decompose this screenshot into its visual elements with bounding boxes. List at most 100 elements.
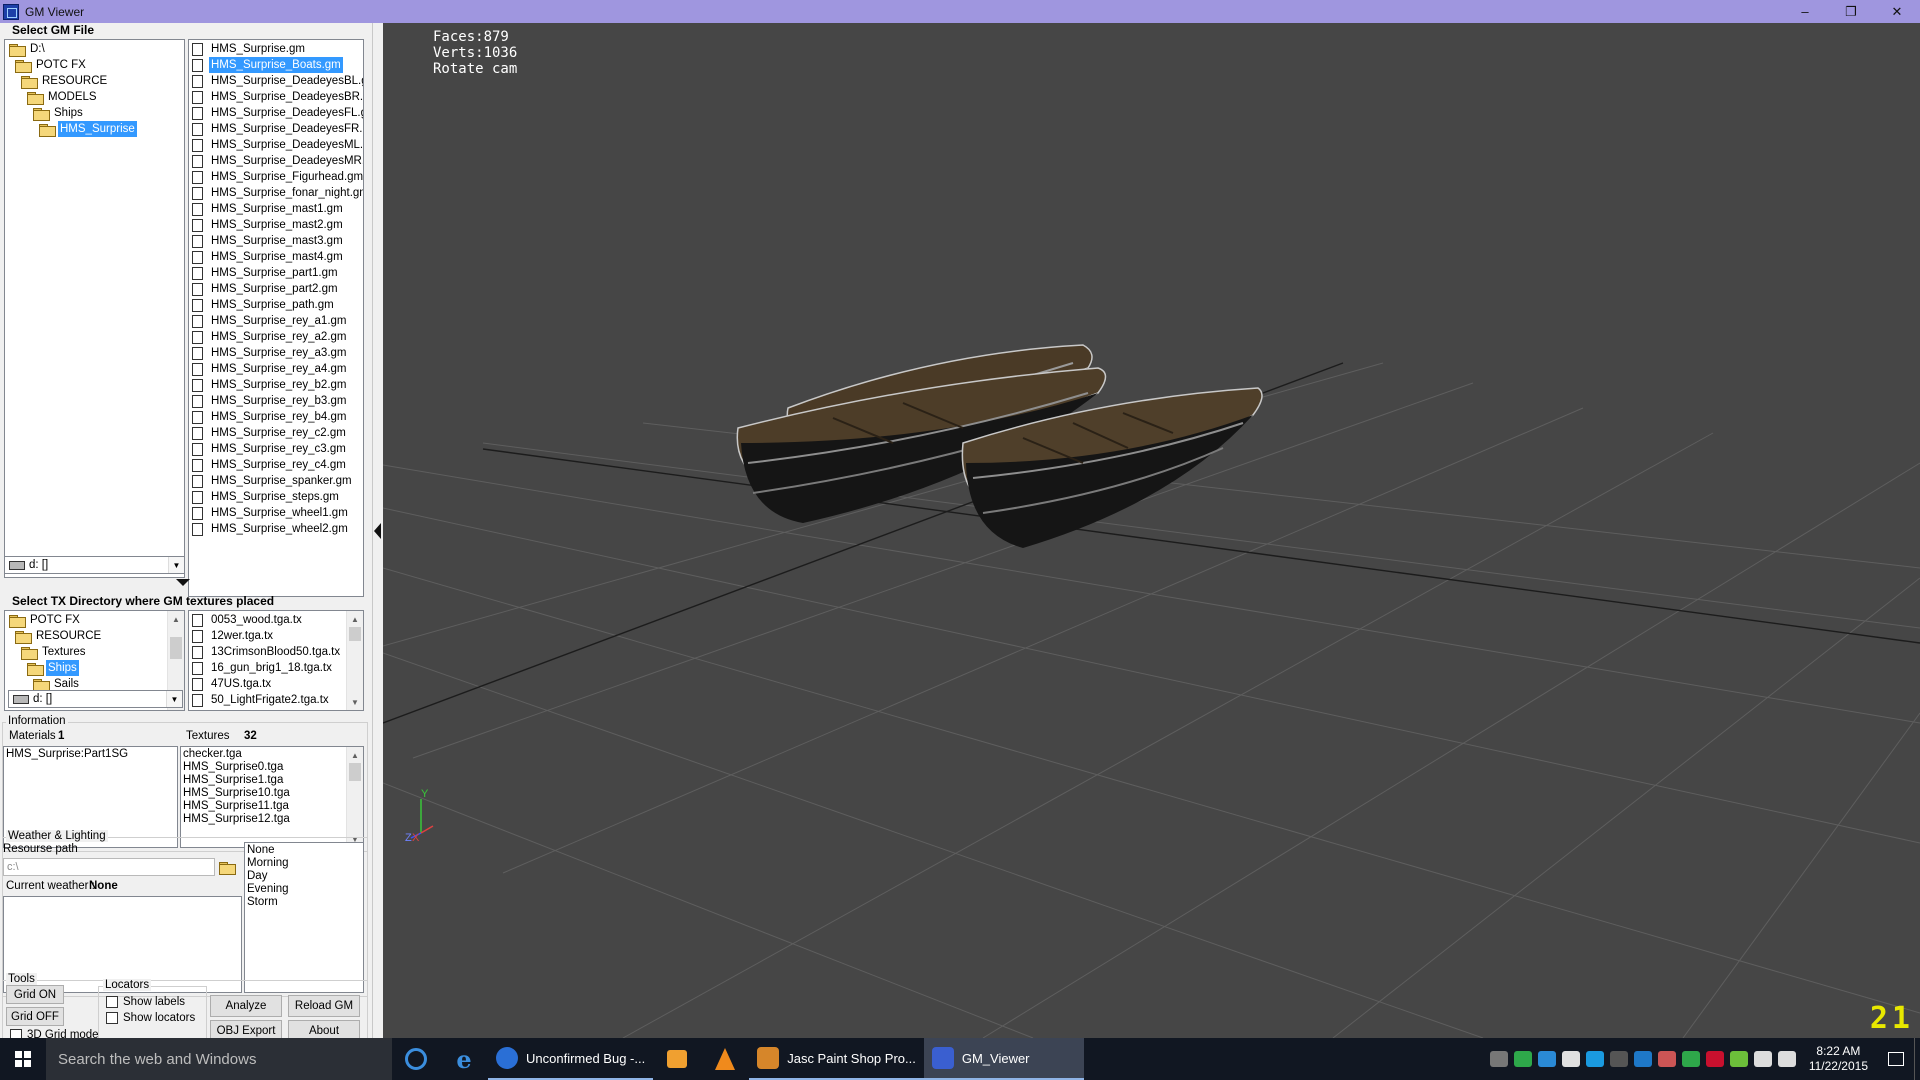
tray-app-icon[interactable] — [1657, 1051, 1676, 1067]
file-item[interactable]: HMS_Surprise_mast1.gm — [189, 201, 363, 217]
file-item[interactable]: HMS_Surprise_rey_a1.gm — [189, 313, 363, 329]
file-item[interactable]: HMS_Surprise_rey_c3.gm — [189, 441, 363, 457]
scroll-up-icon[interactable]: ▲ — [347, 611, 363, 627]
reload-gm-button[interactable]: Reload GM — [288, 995, 360, 1017]
weather-option[interactable]: Evening — [247, 883, 361, 896]
show-labels-checkbox[interactable]: Show labels — [106, 996, 185, 1008]
cortana-icon[interactable] — [392, 1038, 440, 1080]
file-item[interactable]: HMS_Surprise_DeadeyesBL.gm — [189, 73, 363, 89]
clock[interactable]: 8:22 AM 11/22/2015 — [1799, 1044, 1878, 1074]
textures-scrollbar[interactable]: ▲ ▼ — [346, 747, 363, 847]
weather-options-list[interactable]: None Morning Day Evening Storm — [244, 842, 364, 993]
scene-canvas[interactable]: Y Z X — [383, 23, 1920, 1038]
network-icon[interactable] — [1753, 1051, 1772, 1067]
file-item[interactable]: 50_LightFrigate2.tga.tx — [189, 692, 363, 708]
taskbar-app-gmviewer[interactable]: GM_Viewer — [923, 1038, 1084, 1080]
tray-app-icon[interactable] — [1705, 1051, 1724, 1067]
weather-option[interactable]: None — [247, 844, 361, 857]
tree-item[interactable]: D:\ — [5, 41, 184, 57]
open-folder-button[interactable] — [217, 857, 239, 877]
taskbar-app-paintshop[interactable]: Jasc Paint Shop Pro... — [749, 1038, 924, 1080]
file-item[interactable]: 13CrimsonBlood50.tga.tx — [189, 644, 363, 660]
media-player-icon[interactable] — [653, 1038, 701, 1080]
grid-on-button[interactable]: Grid ON — [6, 985, 64, 1004]
file-item[interactable]: 47US.tga.tx — [189, 676, 363, 692]
file-item[interactable]: HMS_Surprise.gm — [189, 41, 363, 57]
textures-list[interactable]: checker.tga HMS_Surprise0.tga HMS_Surprise… — [180, 746, 364, 848]
file-item[interactable]: HMS_Surprise_rey_a4.gm — [189, 361, 363, 377]
file-item[interactable]: HMS_Surprise_steps.gm — [189, 489, 363, 505]
minimize-button[interactable]: – — [1782, 0, 1828, 23]
texture-item[interactable]: HMS_Surprise10.tga — [183, 787, 361, 800]
maximize-button[interactable]: ❐ — [1828, 0, 1874, 23]
tx-file-list[interactable]: 0053_wood.tga.tx 12wer.tga.tx 13CrimsonBlo… — [188, 610, 364, 711]
file-item[interactable]: HMS_Surprise_path.gm — [189, 297, 363, 313]
file-item[interactable]: HMS_Surprise_wheel1.gm — [189, 505, 363, 521]
scroll-thumb[interactable] — [349, 627, 361, 641]
tray-app-icon[interactable] — [1609, 1051, 1628, 1067]
checkbox-box[interactable] — [106, 1012, 118, 1024]
scroll-down-icon[interactable]: ▼ — [347, 694, 363, 710]
texture-item[interactable]: HMS_Surprise1.tga — [183, 774, 361, 787]
close-button[interactable]: ✕ — [1874, 0, 1920, 23]
file-item[interactable]: HMS_Surprise_rey_b4.gm — [189, 409, 363, 425]
file-item[interactable]: HMS_Surprise_rey_a2.gm — [189, 329, 363, 345]
file-item[interactable]: HMS_Surprise_rey_b3.gm — [189, 393, 363, 409]
file-item[interactable]: HMS_Surprise_rey_a3.gm — [189, 345, 363, 361]
show-desktop-button[interactable] — [1914, 1038, 1920, 1080]
file-item[interactable]: HMS_Surprise_DeadeyesFR.gm — [189, 121, 363, 137]
boat-model[interactable] — [736, 344, 1263, 548]
texture-item[interactable]: checker.tga — [183, 748, 361, 761]
scroll-up-icon[interactable]: ▲ — [347, 747, 363, 763]
tray-app-icon[interactable] — [1729, 1051, 1748, 1067]
tree-item[interactable]: RESOURCE — [5, 73, 184, 89]
file-item[interactable]: HMS_Surprise_spanker.gm — [189, 473, 363, 489]
file-item[interactable]: HMS_Surprise_wheel2.gm — [189, 521, 363, 537]
expand-arrow-icon[interactable] — [176, 579, 190, 586]
file-item[interactable]: HMS_Surprise_mast2.gm — [189, 217, 363, 233]
file-item[interactable]: HMS_Surprise_Figurhead.gm — [189, 169, 363, 185]
tree-item[interactable]: POTC FX — [5, 612, 167, 628]
scroll-thumb[interactable] — [349, 763, 361, 781]
tree-item[interactable]: POTC FX — [5, 57, 184, 73]
tx-files-scrollbar[interactable]: ▲ ▼ — [346, 611, 363, 710]
weather-option[interactable]: Morning — [247, 857, 361, 870]
file-item[interactable]: HMS_Surprise_rey_c2.gm — [189, 425, 363, 441]
tree-item[interactable]: Ships — [5, 105, 184, 121]
edge-icon[interactable]: e — [440, 1038, 488, 1080]
file-item[interactable]: HMS_Surprise_part1.gm — [189, 265, 363, 281]
chevron-down-icon[interactable]: ▼ — [168, 557, 184, 573]
tray-app-icon[interactable] — [1585, 1051, 1604, 1067]
tx-drive-select[interactable]: d: [] ▼ — [8, 690, 183, 708]
panel-splitter[interactable] — [372, 23, 382, 1038]
file-item[interactable]: HMS_Surprise_DeadeyesML.gm — [189, 137, 363, 153]
tray-app-icon[interactable] — [1489, 1051, 1508, 1067]
tree-item[interactable]: Ships — [5, 660, 167, 676]
tray-app-icon[interactable] — [1633, 1051, 1652, 1067]
file-item[interactable]: HMS_Surprise_DeadeyesMR.gm — [189, 153, 363, 169]
file-item[interactable]: 12wer.tga.tx — [189, 628, 363, 644]
file-item[interactable]: HMS_Surprise_mast3.gm — [189, 233, 363, 249]
taskbar-app-browser[interactable]: Unconfirmed Bug -... — [488, 1038, 654, 1080]
file-item[interactable]: 16_gun_brig1_18.tga.tx — [189, 660, 363, 676]
tree-item[interactable]: RESOURCE — [5, 628, 167, 644]
gm-folder-tree[interactable]: D:\ POTC FX RESOURCE MODELS Ships HMS_Surpris… — [4, 39, 185, 578]
file-item[interactable]: HMS_Surprise_mast4.gm — [189, 249, 363, 265]
start-button[interactable] — [0, 1038, 46, 1080]
tray-app-icon[interactable] — [1681, 1051, 1700, 1067]
texture-item[interactable]: HMS_Surprise0.tga — [183, 761, 361, 774]
texture-item[interactable]: HMS_Surprise12.tga — [183, 813, 361, 826]
tree-item[interactable]: HMS_Surprise — [5, 121, 184, 137]
file-item[interactable]: 0053_wood.tga.tx — [189, 612, 363, 628]
material-item[interactable]: HMS_Surprise:Part1SG — [6, 748, 175, 761]
show-locators-checkbox[interactable]: Show locators — [106, 1012, 195, 1024]
file-item[interactable]: HMS_Surprise_Boats.gm — [189, 57, 363, 73]
grid-off-button[interactable]: Grid OFF — [6, 1007, 64, 1026]
scroll-up-icon[interactable]: ▲ — [168, 611, 184, 627]
checkbox-box[interactable] — [106, 996, 118, 1008]
chevron-down-icon[interactable]: ▼ — [166, 691, 182, 707]
vlc-icon[interactable] — [701, 1038, 749, 1080]
viewport-3d[interactable]: Y Z X Faces:879 Verts:1036 Rotate cam 21 — [383, 23, 1920, 1038]
volume-icon[interactable] — [1777, 1051, 1796, 1067]
file-item[interactable]: HMS_Surprise_fonar_night.gm — [189, 185, 363, 201]
